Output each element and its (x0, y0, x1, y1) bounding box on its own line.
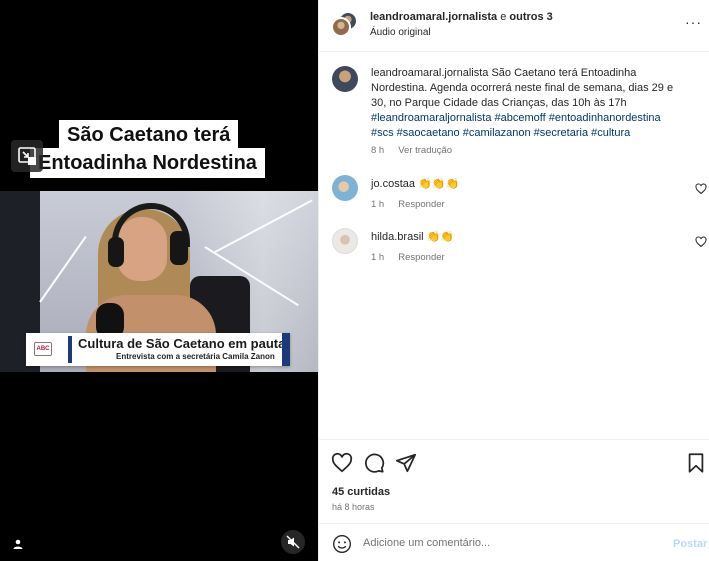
translate-link[interactable]: Ver tradução (398, 145, 452, 156)
comment-avatar[interactable] (332, 175, 358, 201)
comment-body: 👏👏👏 (415, 178, 460, 190)
tagged-users-button[interactable] (11, 537, 25, 551)
caption-username[interactable]: leandroamaral.jornalista (371, 67, 488, 79)
mute-button[interactable] (281, 530, 305, 554)
comment-text: jo.costaa 👏👏👏 (371, 177, 676, 192)
more-options-button[interactable]: ··· (685, 14, 705, 30)
studio-light-line (39, 235, 87, 303)
caption-time: 8 h (371, 145, 385, 156)
collaborators-link[interactable]: outros 3 (509, 11, 552, 23)
lower-third-title: Cultura de São Caetano em pauta (78, 336, 286, 351)
comments-section: leandroamaral.jornalista São Caetano ter… (319, 53, 709, 439)
comment-time: 1 h (371, 199, 385, 210)
lower-third-subtitle: Entrevista com a secretária Camila Zanon (116, 352, 275, 361)
likes-count[interactable]: 45 curtidas (332, 486, 390, 498)
like-heart-icon[interactable] (331, 452, 353, 474)
post-authors: leandroamaral.jornalista e outros 3 (370, 11, 553, 23)
like-comment-heart-icon[interactable] (695, 183, 707, 195)
video-lower-third: ABC Cultura de São Caetano em pauta Entr… (26, 333, 290, 366)
comment-meta: 1 h Responder (371, 252, 459, 263)
author-separator: e (497, 11, 510, 23)
picture-in-picture-button[interactable] (11, 140, 43, 172)
comment-meta: 1 h Responder (371, 199, 459, 210)
caption-text: leandroamaral.jornalista São Caetano ter… (371, 66, 676, 141)
lower-third-accent-right (282, 333, 290, 366)
headphone-left (108, 237, 124, 267)
post-actions: 45 curtidas há 8 horas (319, 439, 709, 523)
collaborator-avatar[interactable] (331, 17, 351, 37)
headline-line-2: Entoadinha Nordestina (30, 148, 265, 178)
add-comment-bar: Postar (319, 523, 709, 561)
picture-in-picture-icon (18, 147, 36, 165)
post-comment-button[interactable]: Postar (673, 538, 707, 550)
comment-text: hilda.brasil 👏👏 (371, 230, 676, 245)
reply-link[interactable]: Responder (398, 199, 444, 210)
author-username[interactable]: leandroamaral.jornalista (370, 11, 497, 23)
post-header: leandroamaral.jornalista e outros 3 Áudi… (319, 0, 709, 52)
reply-link[interactable]: Responder (398, 252, 444, 263)
post-age: há 8 horas (332, 502, 375, 512)
save-bookmark-icon[interactable] (685, 452, 707, 474)
caption-avatar[interactable] (332, 66, 358, 92)
emoji-smiley-icon[interactable] (332, 534, 352, 554)
comment-username[interactable]: hilda.brasil (371, 231, 424, 243)
like-comment-heart-icon[interactable] (695, 236, 707, 248)
post-panel: leandroamaral.jornalista e outros 3 Áudi… (318, 0, 709, 561)
channel-logo: ABC (34, 342, 52, 356)
comment-body: 👏👏 (423, 231, 455, 243)
comment-time: 1 h (371, 252, 385, 263)
share-paper-plane-icon[interactable] (395, 452, 417, 474)
comment-username[interactable]: jo.costaa (371, 178, 415, 190)
headline-line-1: São Caetano terá (59, 120, 239, 150)
caption-meta: 8 h Ver tradução (371, 145, 466, 156)
original-audio-link[interactable]: Áudio original (370, 27, 431, 38)
reel-video[interactable]: ABC Cultura de São Caetano em pauta Entr… (0, 0, 318, 561)
caption-hashtags[interactable]: #leandroamaraljornalista #abcemoff #ento… (371, 112, 661, 139)
muted-speaker-icon (286, 535, 300, 549)
user-icon (13, 539, 23, 549)
lower-third-accent (68, 336, 72, 363)
headphone-right (170, 231, 188, 265)
comment-bubble-icon[interactable] (363, 452, 385, 474)
comment-avatar[interactable] (332, 228, 358, 254)
comment-input[interactable] (363, 533, 653, 553)
